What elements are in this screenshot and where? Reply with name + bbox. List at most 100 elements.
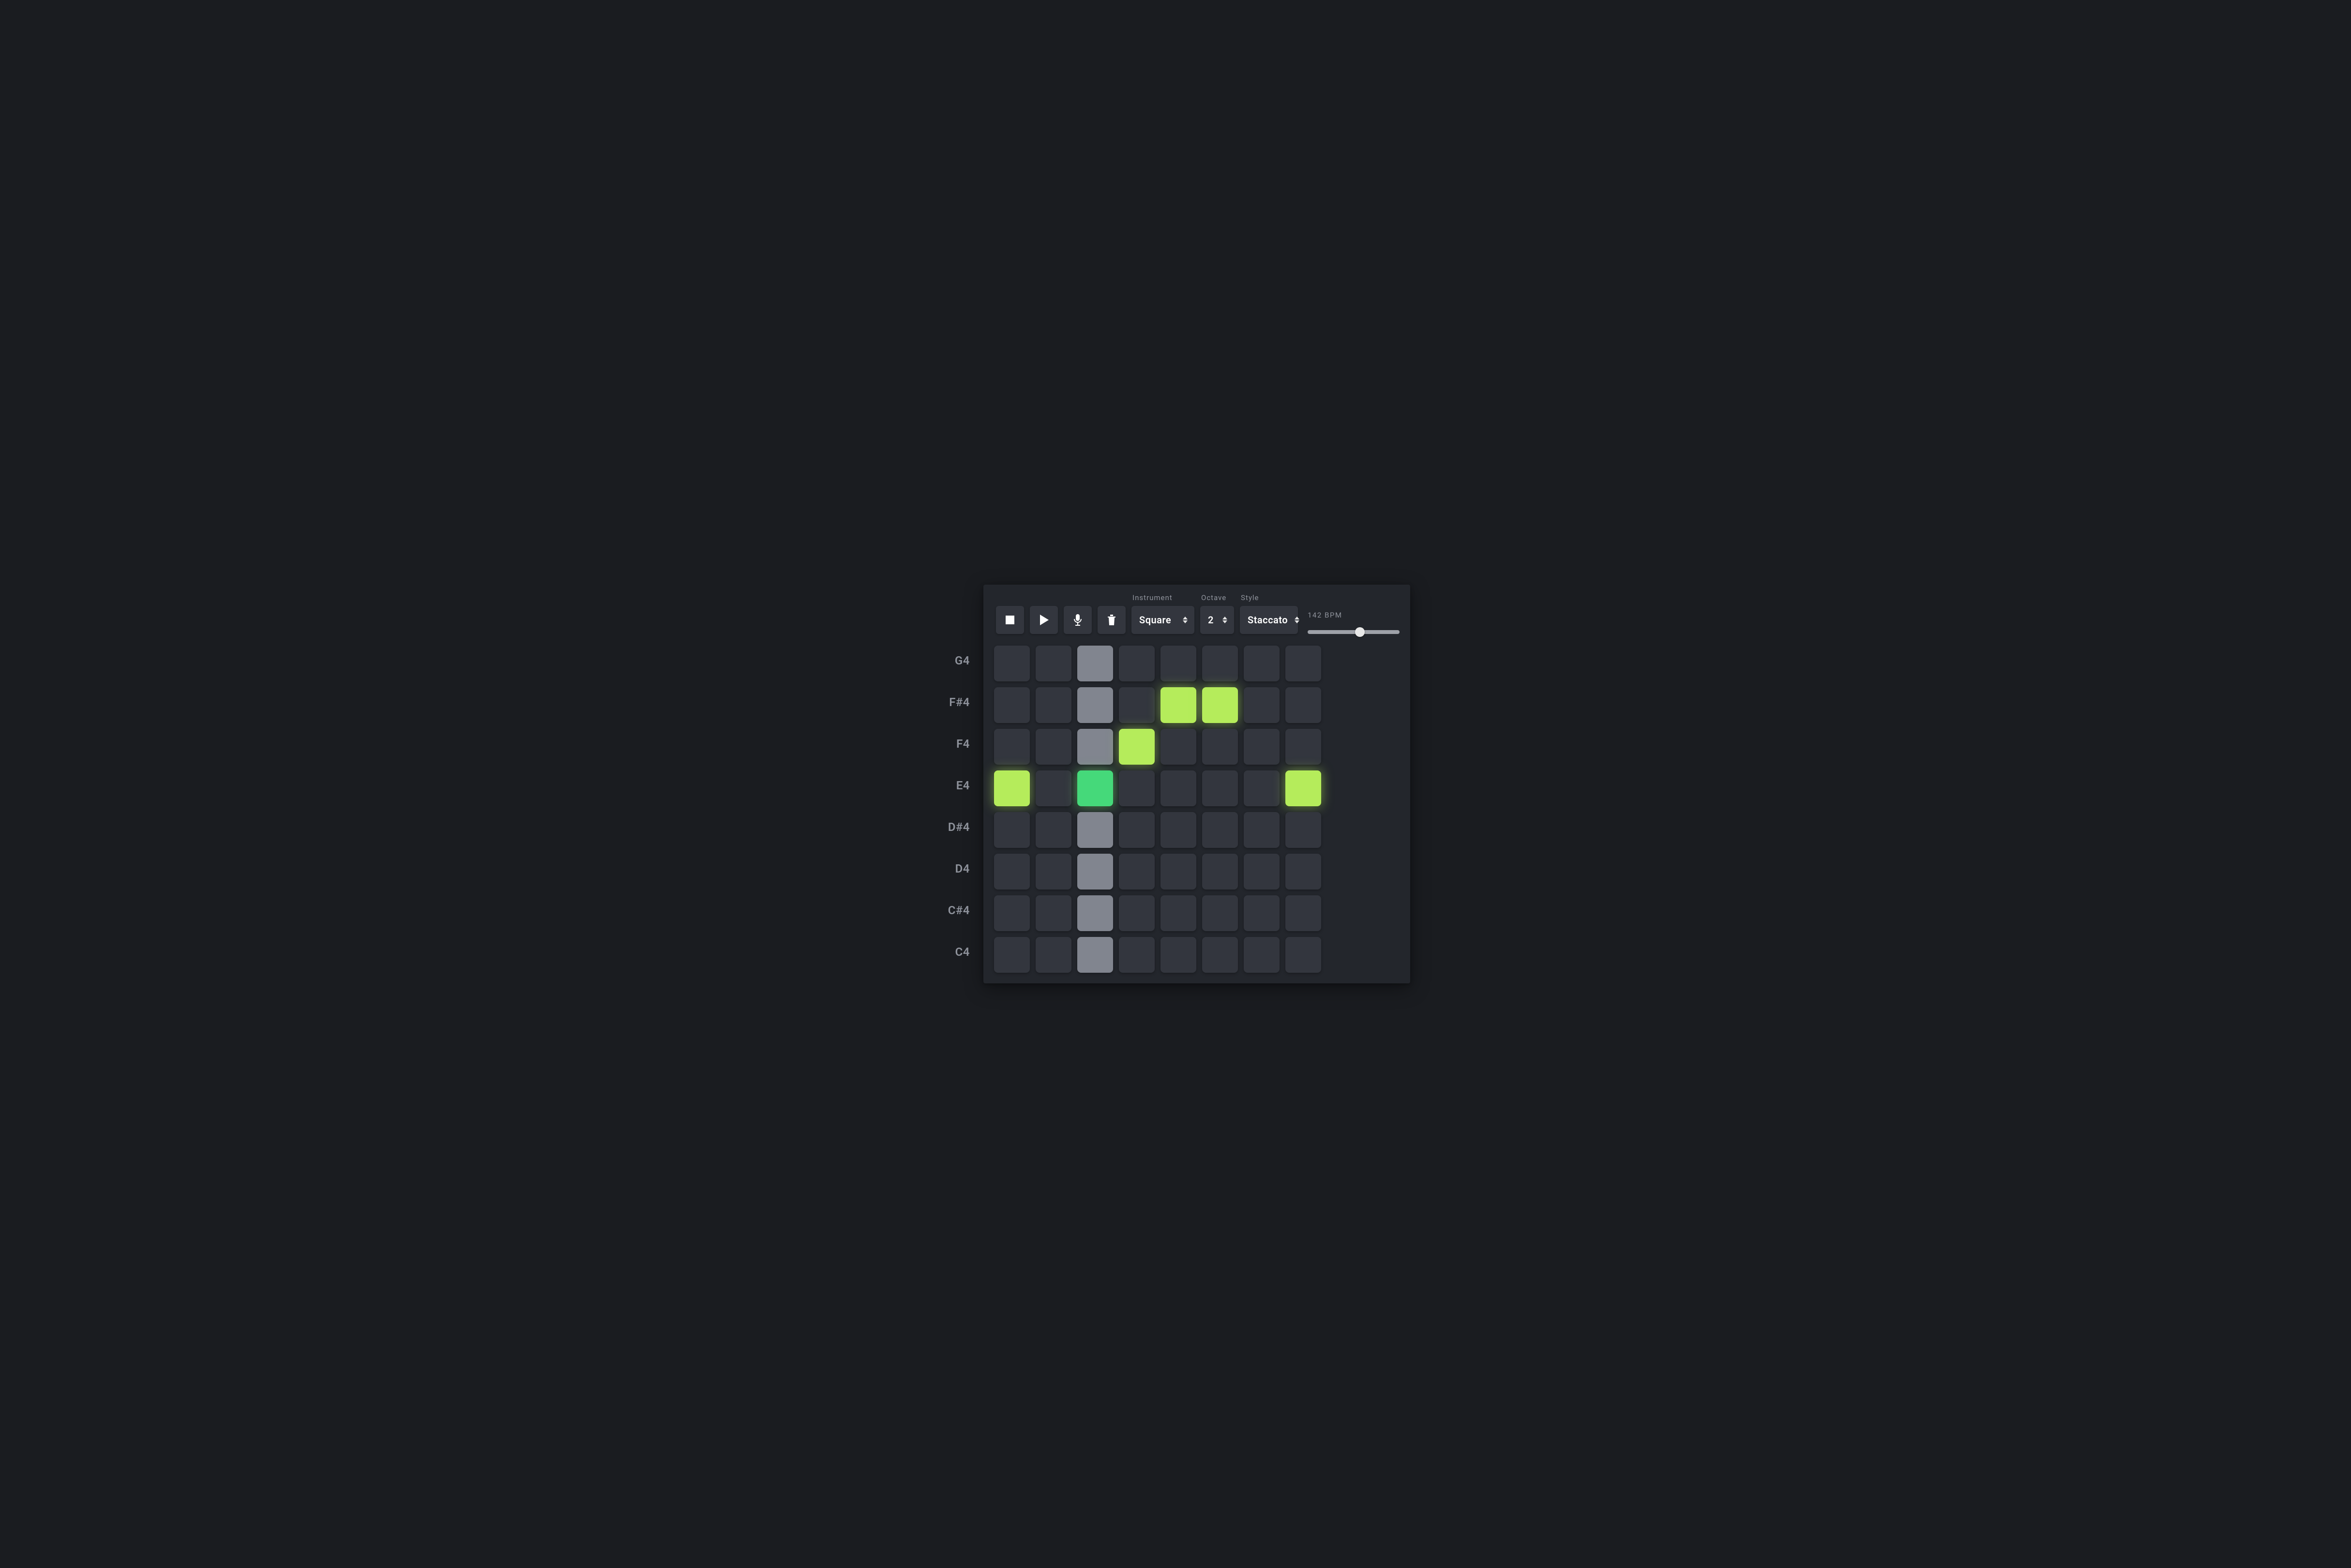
step-cell[interactable] (994, 770, 1030, 806)
step-cell[interactable] (1077, 895, 1113, 931)
record-button[interactable] (1064, 606, 1092, 634)
step-cell[interactable] (1160, 854, 1196, 890)
note-row-labels: G4F#4F4E4D#4D4C#4C4 (941, 585, 983, 983)
style-control: Style Staccato (1240, 593, 1298, 634)
step-cell[interactable] (1119, 854, 1155, 890)
step-cell[interactable] (1244, 729, 1280, 765)
style-select[interactable]: Staccato (1240, 606, 1298, 634)
step-cell[interactable] (1036, 729, 1071, 765)
step-cell[interactable] (1036, 687, 1071, 723)
step-cell[interactable] (994, 729, 1030, 765)
step-cell[interactable] (1119, 646, 1155, 681)
step-cell[interactable] (1202, 729, 1238, 765)
step-cell[interactable] (1202, 895, 1238, 931)
step-cell[interactable] (1119, 895, 1155, 931)
step-cell[interactable] (1036, 646, 1071, 681)
step-cell[interactable] (1244, 770, 1280, 806)
step-cell[interactable] (1036, 937, 1071, 973)
step-cell[interactable] (1077, 646, 1113, 681)
step-cell[interactable] (1244, 812, 1280, 848)
step-cell[interactable] (1244, 937, 1280, 973)
step-cell[interactable] (1077, 812, 1113, 848)
note-row-label: F4 (941, 723, 970, 765)
step-cell[interactable] (994, 854, 1030, 890)
step-cell[interactable] (1160, 729, 1196, 765)
step-cell[interactable] (1036, 895, 1071, 931)
step-cell[interactable] (1202, 937, 1238, 973)
step-cell[interactable] (1202, 812, 1238, 848)
play-button[interactable] (1030, 606, 1058, 634)
step-cell[interactable] (1119, 937, 1155, 973)
octave-value: 2 (1208, 614, 1214, 626)
step-cell[interactable] (1285, 646, 1321, 681)
step-cell[interactable] (994, 937, 1030, 973)
step-cell[interactable] (1036, 770, 1071, 806)
step-grid (994, 646, 1400, 973)
style-label: Style (1240, 593, 1298, 602)
play-icon (1039, 615, 1049, 625)
clear-button[interactable] (1098, 606, 1126, 634)
step-cell[interactable] (994, 812, 1030, 848)
step-cell[interactable] (1244, 854, 1280, 890)
octave-label: Octave (1200, 593, 1234, 602)
step-cell[interactable] (1077, 937, 1113, 973)
step-cell[interactable] (1244, 687, 1280, 723)
step-cell[interactable] (1285, 937, 1321, 973)
step-cell[interactable] (1077, 687, 1113, 723)
step-cell[interactable] (1119, 729, 1155, 765)
step-cell[interactable] (1119, 812, 1155, 848)
step-cell[interactable] (1244, 646, 1280, 681)
grid-row (994, 687, 1400, 723)
sequencer-panel: Instrument Square Octave 2 Style (983, 585, 1410, 983)
step-cell[interactable] (1285, 854, 1321, 890)
stop-icon (1006, 616, 1014, 624)
step-cell[interactable] (1285, 812, 1321, 848)
instrument-control: Instrument Square (1131, 593, 1194, 634)
step-cell[interactable] (1160, 687, 1196, 723)
step-cell[interactable] (1244, 895, 1280, 931)
step-cell[interactable] (1285, 729, 1321, 765)
step-cell[interactable] (994, 895, 1030, 931)
grid-row (994, 646, 1400, 681)
step-cell[interactable] (1119, 770, 1155, 806)
step-cell[interactable] (1160, 937, 1196, 973)
instrument-select[interactable]: Square (1131, 606, 1194, 634)
bpm-slider[interactable] (1308, 630, 1400, 634)
step-cell[interactable] (994, 646, 1030, 681)
note-row-label: D4 (941, 848, 970, 890)
bpm-slider-thumb[interactable] (1355, 627, 1365, 637)
microphone-icon (1074, 614, 1082, 626)
note-row-label: E4 (941, 765, 970, 806)
step-cell[interactable] (1202, 687, 1238, 723)
step-cell[interactable] (1036, 854, 1071, 890)
updown-icon (1295, 617, 1299, 623)
instrument-value: Square (1139, 614, 1171, 626)
step-cell[interactable] (1160, 770, 1196, 806)
octave-select[interactable]: 2 (1200, 606, 1234, 634)
stop-button[interactable] (996, 606, 1024, 634)
note-row-label: C4 (941, 931, 970, 973)
trash-icon (1107, 615, 1116, 625)
step-cell[interactable] (1036, 812, 1071, 848)
step-cell[interactable] (994, 687, 1030, 723)
step-cell[interactable] (1160, 895, 1196, 931)
step-cell[interactable] (1160, 812, 1196, 848)
bpm-control: 142 BPM (1304, 611, 1400, 634)
step-cell[interactable] (1119, 687, 1155, 723)
step-cell[interactable] (1285, 687, 1321, 723)
step-cell[interactable] (1202, 646, 1238, 681)
step-cell[interactable] (1285, 770, 1321, 806)
step-cell[interactable] (1285, 895, 1321, 931)
step-cell[interactable] (1077, 854, 1113, 890)
step-cell[interactable] (1202, 854, 1238, 890)
bpm-label: 142 BPM (1308, 611, 1400, 619)
step-cell[interactable] (1160, 646, 1196, 681)
step-cell[interactable] (1202, 770, 1238, 806)
instrument-label: Instrument (1131, 593, 1194, 602)
note-row-label: G4 (941, 640, 970, 681)
step-cell[interactable] (1077, 729, 1113, 765)
note-row-label: D#4 (941, 806, 970, 848)
octave-control: Octave 2 (1200, 593, 1234, 634)
style-value: Staccato (1248, 614, 1288, 626)
step-cell[interactable] (1077, 770, 1113, 806)
